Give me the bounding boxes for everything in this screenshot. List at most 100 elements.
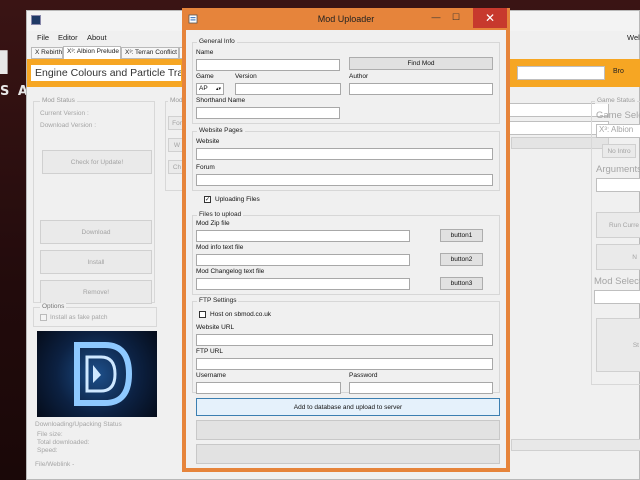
mod-logo-d-icon bbox=[74, 342, 133, 406]
tab-terran-conflict[interactable]: X³: Terran Conflict bbox=[121, 47, 179, 59]
ftp-url-input[interactable] bbox=[196, 358, 493, 370]
files-to-upload-group: Files to upload Mod Zip file button1 Mod… bbox=[192, 211, 500, 295]
options-group: Options Install as fake patch bbox=[33, 303, 157, 327]
game-select-dropdown[interactable]: X³: Albion bbox=[596, 124, 640, 138]
arguments-label: Arguments bbox=[596, 164, 640, 175]
version-input[interactable] bbox=[235, 83, 341, 95]
upload-progress-bar bbox=[196, 420, 500, 440]
username-input[interactable] bbox=[196, 382, 341, 394]
uploading-files-checkbox[interactable]: ✓ bbox=[204, 196, 211, 203]
host-on-sbmod-label: Host on sbmod.co.uk bbox=[210, 311, 272, 318]
version-label: Version bbox=[235, 73, 257, 80]
game-select-value: AP bbox=[199, 85, 208, 92]
start-button[interactable]: St bbox=[596, 318, 640, 372]
background-logo: ▌ bbox=[0, 50, 18, 74]
website-pages-group: Website Pages Website Forum bbox=[192, 127, 500, 191]
password-label: Password bbox=[349, 372, 378, 379]
install-button[interactable]: Install bbox=[40, 250, 152, 274]
find-mod-button[interactable]: Find Mod bbox=[349, 57, 493, 70]
progress-bar bbox=[511, 439, 640, 451]
game-select-label: Game Selec bbox=[596, 110, 640, 121]
mod-select-label: Mod Select bbox=[594, 276, 640, 287]
close-button[interactable]: ✕ bbox=[473, 8, 507, 28]
file-size-label: File size: bbox=[37, 431, 63, 438]
menu-editor[interactable]: Editor bbox=[58, 33, 78, 42]
downloading-status-area: Downloading/Upacking Status File size: T… bbox=[33, 421, 203, 479]
menu-about[interactable]: About bbox=[87, 33, 107, 42]
tab-x-rebirth[interactable]: X Rebirth bbox=[31, 47, 63, 59]
shorthand-name-label: Shorthand Name bbox=[196, 97, 246, 104]
password-input[interactable] bbox=[349, 382, 493, 394]
shorthand-name-input[interactable] bbox=[196, 107, 340, 119]
download-button[interactable]: Download bbox=[40, 220, 152, 244]
mod-changelog-input[interactable] bbox=[196, 278, 410, 290]
uploading-files-label: Uploading Files bbox=[215, 196, 260, 203]
name-input[interactable] bbox=[196, 59, 340, 71]
name-label: Name bbox=[196, 49, 214, 56]
upload-submit-button[interactable]: Add to database and upload to server bbox=[196, 398, 500, 416]
current-version-label: Current Version : bbox=[40, 110, 89, 117]
check-update-button[interactable]: Check for Update! bbox=[42, 150, 152, 174]
mod-zip-label: Mod Zip file bbox=[196, 220, 230, 227]
speed-label: Speed: bbox=[37, 447, 58, 454]
host-on-sbmod-checkbox[interactable] bbox=[199, 311, 206, 318]
banner-field bbox=[517, 66, 605, 80]
ftp-url-label: FTP URL bbox=[196, 348, 223, 355]
game-status-title: Game Status bbox=[595, 97, 637, 104]
website-url-input[interactable] bbox=[196, 334, 493, 346]
file-weblink-label: File/Weblink - bbox=[35, 461, 75, 468]
fake-patch-checkbox[interactable] bbox=[40, 314, 47, 321]
general-info-group: General Info Name Find Mod Game Version … bbox=[192, 38, 500, 124]
button3[interactable]: button3 bbox=[440, 277, 483, 290]
game-status-group: Game Status Game Selec X³: Albion No Int… bbox=[591, 97, 640, 385]
no-intro-button[interactable]: No Intro bbox=[602, 144, 636, 158]
menu-file[interactable]: File bbox=[37, 33, 49, 42]
tab-albion-prelude[interactable]: X³: Albion Prelude bbox=[63, 46, 121, 59]
options-title: Options bbox=[40, 303, 67, 310]
remove-button[interactable]: Remove! bbox=[40, 280, 152, 304]
mod-logo-image bbox=[37, 331, 157, 417]
spin-arrows-icon[interactable]: ▴▾ bbox=[216, 84, 221, 94]
upload-status-bar bbox=[196, 444, 500, 464]
ftp-settings-group: FTP Settings Host on sbmod.co.uk Website… bbox=[192, 297, 500, 394]
total-downloaded-label: Total downloaded: bbox=[37, 439, 90, 446]
website-pages-title: Website Pages bbox=[197, 127, 245, 134]
author-input[interactable] bbox=[349, 83, 493, 95]
fake-patch-label: Install as fake patch bbox=[50, 314, 108, 321]
arguments-input[interactable] bbox=[596, 178, 640, 192]
website-url-label: Website URL bbox=[196, 324, 235, 331]
browse-label[interactable]: Bro bbox=[613, 68, 624, 75]
mod-uploader-dialog: Mod Uploader — ☐ ✕ General Info Name Fin… bbox=[182, 8, 510, 472]
banner-mod-title: Engine Colours and Particle Trails M bbox=[31, 65, 181, 81]
general-info-title: General Info bbox=[197, 38, 237, 45]
run-current-button[interactable]: Run Curre bbox=[596, 212, 640, 238]
mod-info-input[interactable] bbox=[196, 254, 410, 266]
menu-welcome: Wel bbox=[627, 33, 640, 42]
mod-status-group: Mod Status Current Version : Download Ve… bbox=[33, 97, 155, 304]
mod-info-label: Mod info text file bbox=[196, 244, 244, 251]
download-version-label: Download Version : bbox=[40, 122, 97, 129]
button1[interactable]: button1 bbox=[440, 229, 483, 242]
downloading-status-title: Downloading/Upacking Status bbox=[35, 421, 122, 428]
mod-select-dropdown[interactable] bbox=[594, 290, 640, 304]
dialog-body: General Info Name Find Mod Game Version … bbox=[186, 30, 506, 468]
mod-zip-input[interactable] bbox=[196, 230, 410, 242]
ftp-settings-title: FTP Settings bbox=[197, 297, 239, 304]
forum-label: Forum bbox=[196, 164, 215, 171]
mod-banner-right: Bro bbox=[509, 59, 640, 87]
files-to-upload-title: Files to upload bbox=[197, 211, 244, 218]
website-label: Website bbox=[196, 138, 220, 145]
mod-status-title: Mod Status bbox=[40, 97, 77, 104]
app-icon bbox=[31, 15, 41, 25]
game-select[interactable]: AP ▴▾ bbox=[196, 83, 224, 95]
mod-changelog-label: Mod Changelog text file bbox=[196, 268, 265, 275]
new-button[interactable]: N bbox=[596, 244, 640, 270]
username-label: Username bbox=[196, 372, 226, 379]
button2[interactable]: button2 bbox=[440, 253, 483, 266]
minimize-button[interactable]: — bbox=[428, 10, 444, 26]
game-label: Game bbox=[196, 73, 214, 80]
forum-input[interactable] bbox=[196, 174, 493, 186]
website-input[interactable] bbox=[196, 148, 493, 160]
mod-banner: Engine Colours and Particle Trails M bbox=[27, 59, 183, 87]
maximize-button[interactable]: ☐ bbox=[448, 10, 464, 26]
